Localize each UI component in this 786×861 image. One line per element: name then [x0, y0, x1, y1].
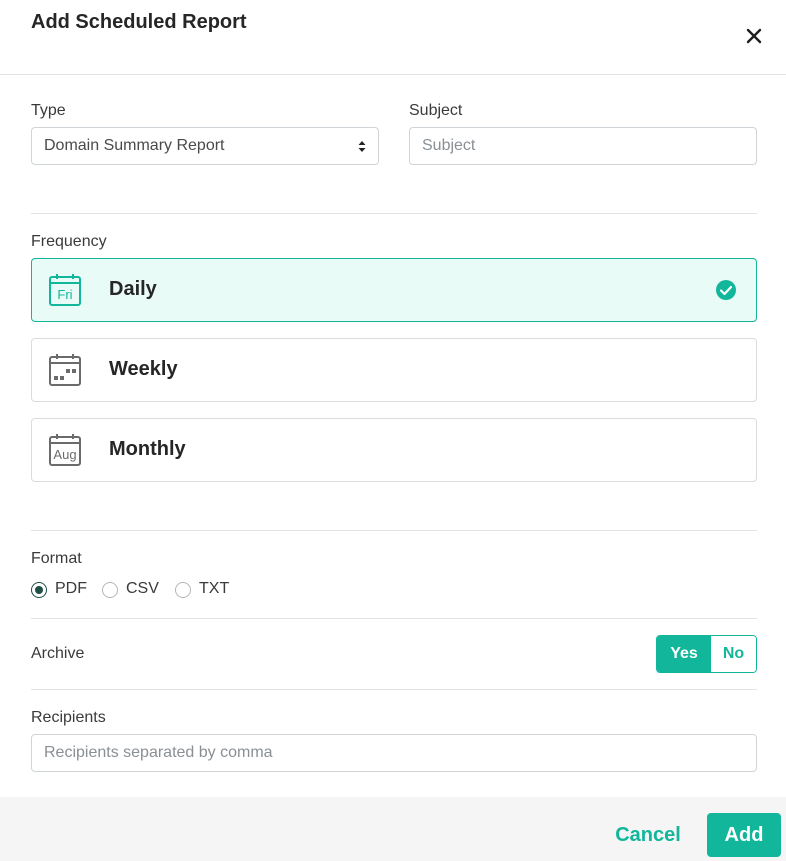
calendar-day-icon-text: Fri	[57, 287, 72, 302]
divider	[31, 530, 757, 531]
frequency-option-label: Weekly	[109, 358, 178, 380]
archive-yes-button[interactable]: Yes	[657, 636, 711, 672]
calendar-month-icon: Aug	[49, 434, 81, 466]
frequency-option-label: Monthly	[109, 438, 186, 460]
frequency-option-weekly[interactable]: Weekly	[31, 338, 757, 402]
radio-label: PDF	[55, 580, 87, 597]
archive-toggle: Yes No	[656, 635, 757, 673]
format-label: Format	[31, 550, 82, 567]
archive-label: Archive	[31, 645, 85, 662]
divider	[31, 618, 757, 619]
calendar-day-icon: Fri	[49, 274, 81, 306]
dialog-footer: Cancel Add	[0, 797, 786, 861]
subject-label: Subject	[409, 102, 463, 119]
dialog-title: Add Scheduled Report	[31, 11, 247, 33]
recipients-label: Recipients	[31, 709, 106, 726]
add-button[interactable]: Add	[707, 813, 781, 857]
recipients-input[interactable]	[31, 734, 757, 772]
select-arrows-icon	[358, 141, 366, 152]
frequency-label: Frequency	[31, 233, 107, 250]
radio-circle	[31, 582, 47, 598]
calendar-month-icon-text: Aug	[53, 447, 76, 462]
cancel-button[interactable]: Cancel	[606, 821, 690, 849]
radio-circle	[102, 582, 118, 598]
archive-no-button[interactable]: No	[711, 636, 756, 672]
frequency-option-label: Daily	[109, 278, 157, 300]
check-circle-icon	[716, 280, 736, 300]
calendar-week-icon	[49, 354, 81, 386]
divider	[31, 689, 757, 690]
frequency-option-monthly[interactable]: Aug Monthly	[31, 418, 757, 482]
radio-label: TXT	[199, 580, 230, 597]
type-select[interactable]: Domain Summary Report	[31, 127, 379, 165]
add-scheduled-report-dialog: Add Scheduled Report Type Domain Summary…	[0, 0, 786, 861]
type-select-value: Domain Summary Report	[44, 137, 225, 154]
radio-label: CSV	[126, 580, 159, 597]
radio-circle	[175, 582, 191, 598]
divider	[31, 213, 757, 214]
type-label: Type	[31, 102, 66, 119]
subject-input[interactable]	[409, 127, 757, 165]
frequency-option-daily[interactable]: Fri Daily	[31, 258, 757, 322]
dialog-header: Add Scheduled Report	[0, 0, 786, 75]
close-icon[interactable]	[742, 24, 766, 48]
